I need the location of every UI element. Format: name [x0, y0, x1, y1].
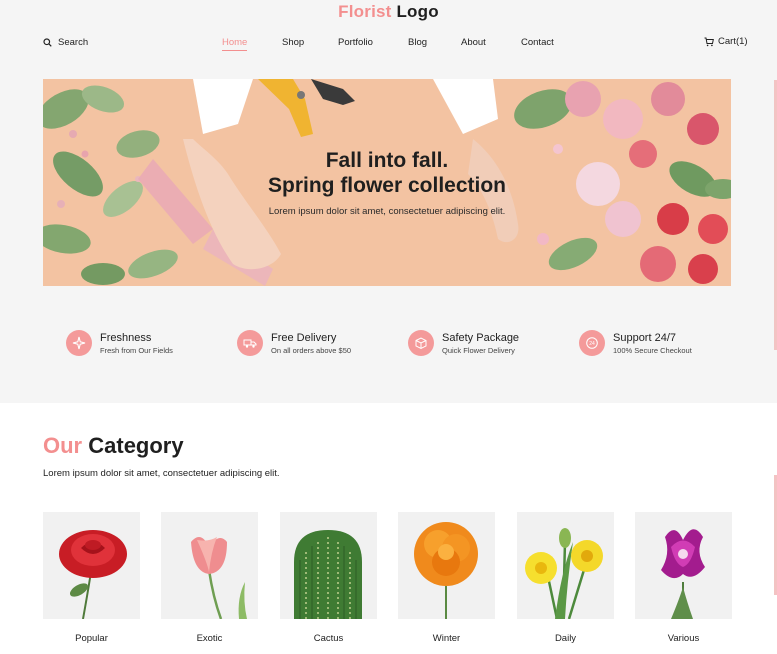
purple-orchid-image	[635, 512, 732, 619]
hero-banner: Fall into fall. Spring flower collection…	[43, 79, 731, 286]
feature-subtitle: On all orders above $50	[271, 345, 352, 355]
hero-subtitle: Lorem ipsum dolor sit amet, consectetuer…	[268, 206, 506, 217]
feature-title: Free Delivery	[271, 331, 337, 344]
hero-title-line1: Fall into fall.	[325, 149, 449, 172]
category-label: Various	[667, 633, 700, 644]
nav-about[interactable]: About	[461, 37, 486, 48]
box-icon	[408, 330, 434, 356]
feature-title: Safety Package	[442, 331, 520, 344]
category-heading-accent: Our	[43, 433, 83, 458]
category-label: Popular	[75, 633, 108, 644]
category-description: Lorem ipsum dolor sit amet, consectetuer…	[43, 468, 280, 479]
feature-subtitle: 100% Secure Checkout	[613, 345, 692, 355]
category-card-exotic[interactable]: Exotic	[161, 512, 258, 644]
orange-marigold-image	[398, 512, 495, 619]
logo-text: Logo	[396, 2, 439, 21]
red-rose-image	[43, 512, 140, 619]
cactus-image	[280, 512, 377, 619]
nav-portfolio[interactable]: Portfolio	[338, 37, 373, 48]
site-logo[interactable]: Florist Logo	[0, 2, 777, 22]
hero-title: Fall into fall. Spring flower collection	[43, 148, 731, 198]
main-nav: Home Shop Portfolio Blog About Contact	[0, 37, 777, 51]
logo-accent: Florist	[338, 2, 392, 21]
category-cards: Popular Exotic Cactus Winter Daily Vario…	[43, 512, 743, 652]
nav-contact[interactable]: Contact	[521, 37, 554, 48]
category-heading: Our Category	[43, 433, 184, 459]
sparkle-icon	[66, 330, 92, 356]
category-card-cactus[interactable]: Cactus	[280, 512, 377, 644]
cart-button[interactable]: Cart(1)	[704, 36, 748, 47]
pink-tulip-image	[161, 512, 258, 619]
nav-home[interactable]: Home	[222, 37, 248, 51]
feature-free-delivery: Free Delivery On all orders above $50	[237, 330, 351, 356]
feature-title: Freshness	[100, 331, 152, 344]
feature-subtitle: Fresh from Our Fields	[100, 345, 173, 355]
feature-support: 24 Support 24/7 100% Secure Checkout	[579, 330, 692, 356]
category-label: Winter	[432, 633, 461, 644]
svg-text:24: 24	[589, 341, 595, 347]
feature-subtitle: Quick Flower Delivery	[442, 345, 515, 355]
category-label: Daily	[554, 633, 577, 644]
feature-freshness: Freshness Fresh from Our Fields	[66, 330, 173, 356]
support-icon: 24	[579, 330, 605, 356]
category-card-popular[interactable]: Popular	[43, 512, 140, 644]
nav-blog[interactable]: Blog	[408, 37, 427, 48]
category-label: Exotic	[196, 633, 223, 644]
feature-title: Support 24/7	[613, 331, 676, 344]
category-card-daily[interactable]: Daily	[517, 512, 614, 644]
category-card-winter[interactable]: Winter	[398, 512, 495, 644]
cart-icon	[704, 37, 714, 46]
category-card-various[interactable]: Various	[635, 512, 732, 644]
feature-safety-package: Safety Package Quick Flower Delivery	[408, 330, 519, 356]
yellow-daffodil-image	[517, 512, 614, 619]
hero-title-line2: Spring flower collection	[267, 174, 507, 197]
truck-icon	[237, 330, 263, 356]
nav-shop[interactable]: Shop	[282, 37, 304, 48]
features-row: Freshness Fresh from Our Fields Free Del…	[0, 330, 777, 360]
category-label: Cactus	[313, 633, 344, 644]
cart-label: Cart(1)	[718, 36, 748, 47]
category-heading-text: Category	[88, 433, 184, 458]
